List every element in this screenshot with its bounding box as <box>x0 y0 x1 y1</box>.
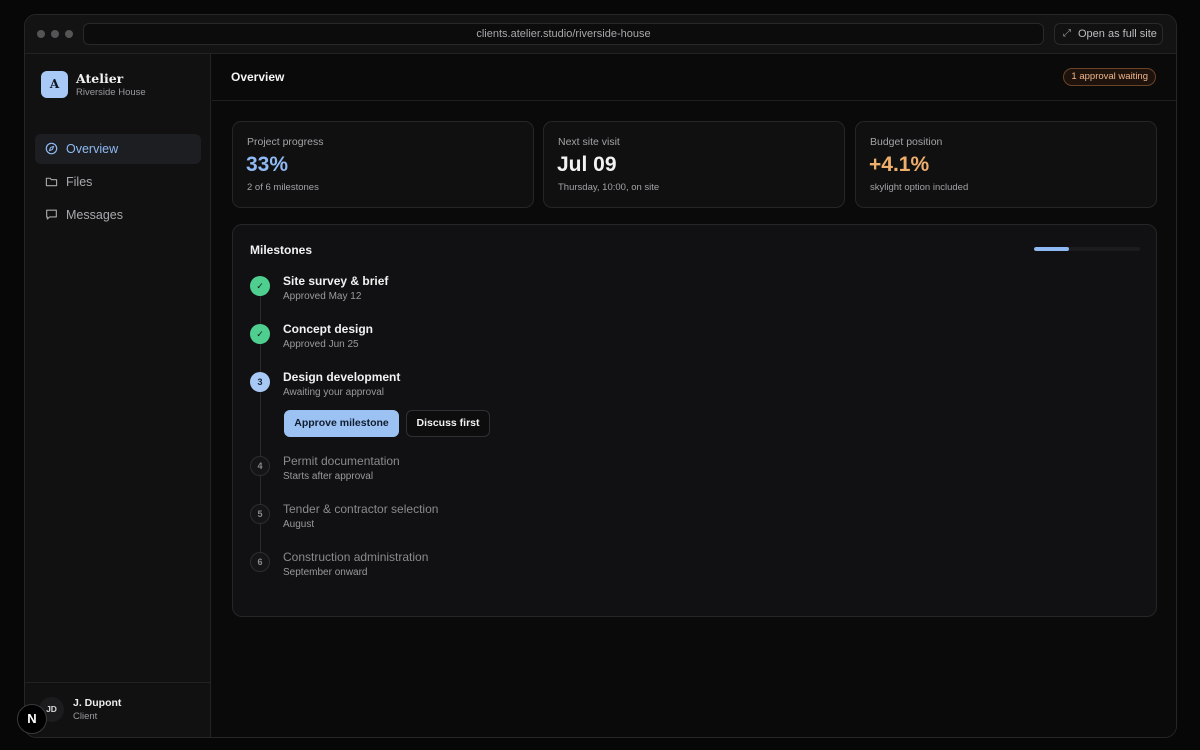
browser-window: clients.atelier.studio/riverside-house ⤢… <box>24 14 1177 738</box>
milestone-name: Site survey & brief <box>283 274 389 288</box>
milestones-title: Milestones <box>250 243 313 257</box>
stat-sub: 2 of 6 milestones <box>247 182 319 193</box>
milestone-number: 5 <box>250 504 270 524</box>
stat-value: 33% <box>246 153 289 176</box>
window-close-dot[interactable] <box>37 30 45 38</box>
window-minimize-dot[interactable] <box>51 30 59 38</box>
check-icon: ✓ <box>250 324 270 344</box>
compass-icon <box>45 142 58 155</box>
milestone-name: Construction administration <box>283 550 429 564</box>
milestone-status: Approved May 12 <box>283 291 362 302</box>
url-bar[interactable]: clients.atelier.studio/riverside-house <box>83 23 1044 45</box>
brand-name: Atelier <box>76 71 124 86</box>
next-dev-tools-button[interactable]: N <box>17 704 47 734</box>
milestones-progress-fill <box>1034 247 1069 251</box>
milestone-status: August <box>283 519 315 530</box>
milestone-name: Permit documentation <box>283 454 400 468</box>
user-name: J. Dupont <box>73 697 122 709</box>
stat-value: Jul 09 <box>557 153 617 176</box>
browser-titlebar: clients.atelier.studio/riverside-house ⤢… <box>25 15 1176 54</box>
window-maximize-dot[interactable] <box>65 30 73 38</box>
milestone-number: 6 <box>250 552 270 572</box>
stat-sub: skylight option included <box>870 182 969 193</box>
milestones-card: Milestones ✓ Site survey & brief Approve… <box>232 224 1157 617</box>
stat-label: Project progress <box>247 136 324 148</box>
milestone-name: Concept design <box>283 322 374 336</box>
check-icon: ✓ <box>250 276 270 296</box>
milestone-name: Design development <box>283 370 401 384</box>
stat-label: Next site visit <box>558 136 620 148</box>
stat-card-budget: Budget position +4.1% skylight option in… <box>855 121 1157 208</box>
stat-sub: Thursday, 10:00, on site <box>558 182 660 193</box>
message-icon <box>46 209 57 220</box>
user-profile[interactable]: JD J. Dupont Client <box>25 682 210 737</box>
approve-milestone-button[interactable]: Approve milestone <box>284 410 399 437</box>
stat-value: +4.1% <box>869 153 930 176</box>
folder-icon <box>45 177 58 187</box>
milestone-number: 4 <box>250 456 270 476</box>
milestone-number: 3 <box>250 372 270 392</box>
main-content: Overview 1 approval waiting Project prog… <box>212 54 1176 737</box>
sidebar-item-label: Overview <box>66 142 119 156</box>
stat-card-site-visit: Next site visit Jul 09 Thursday, 10:00, … <box>543 121 845 208</box>
user-role: Client <box>73 711 98 722</box>
sidebar: A Atelier Riverside House Overview Files… <box>25 54 211 737</box>
milestones-progress-bar <box>1034 247 1140 251</box>
milestone-name: Tender & contractor selection <box>283 502 439 516</box>
stat-card-progress: Project progress 33% 2 of 6 milestones <box>232 121 534 208</box>
sidebar-item-label: Messages <box>66 208 123 222</box>
sidebar-item-overview[interactable]: Overview <box>35 134 201 164</box>
page-title: Overview <box>231 70 285 84</box>
sidebar-item-files[interactable]: Files <box>35 167 201 197</box>
discuss-first-button[interactable]: Discuss first <box>406 410 490 437</box>
milestone-status: Approved Jun 25 <box>283 339 359 350</box>
milestone-status: Starts after approval <box>283 471 374 482</box>
milestone-status: September onward <box>283 567 368 578</box>
page-header: Overview 1 approval waiting <box>212 54 1176 101</box>
approval-badge[interactable]: 1 approval waiting <box>1063 68 1156 86</box>
stat-label: Budget position <box>870 136 943 148</box>
sidebar-item-label: Files <box>66 175 93 189</box>
sidebar-item-messages[interactable]: Messages <box>35 200 201 230</box>
open-full-site-button[interactable]: ⤢ Open as full site <box>1054 23 1163 45</box>
open-full-site-label: Open as full site <box>1078 28 1157 40</box>
expand-icon: ⤢ <box>1063 28 1071 39</box>
brand-logo: A <box>41 71 68 98</box>
milestone-status: Awaiting your approval <box>283 387 384 398</box>
project-name: Riverside House <box>76 87 146 98</box>
